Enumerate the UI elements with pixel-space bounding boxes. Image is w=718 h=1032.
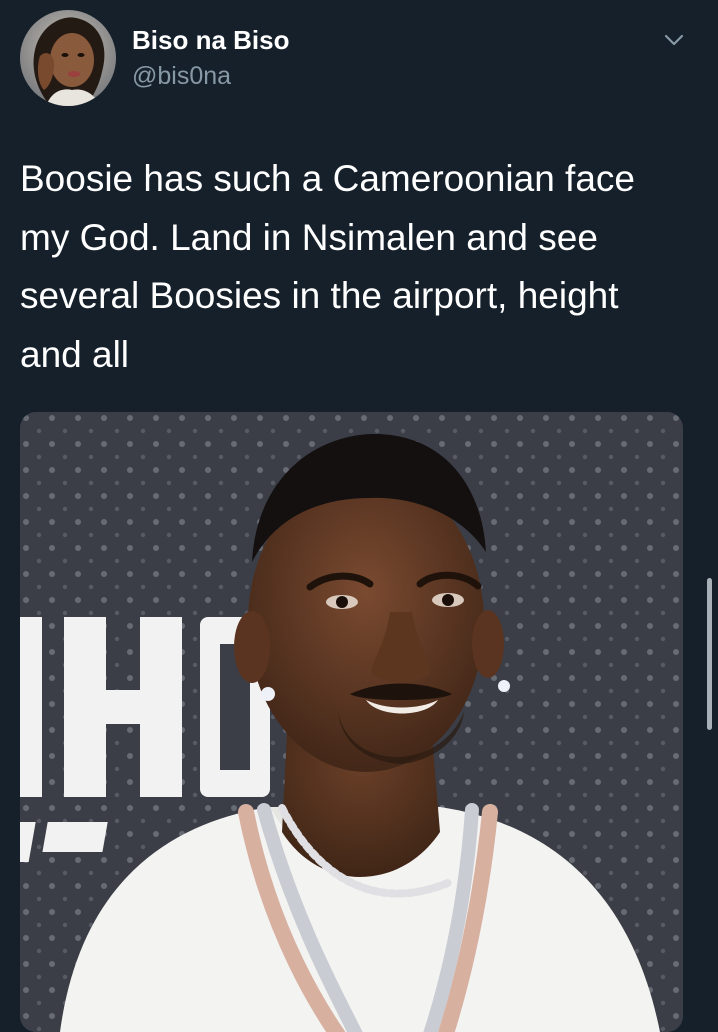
tweet-menu-button[interactable] [660, 30, 688, 50]
chevron-down-icon [664, 34, 684, 46]
tweet-media-photo[interactable] [20, 412, 683, 1032]
photo-image [20, 412, 683, 1032]
tweet: Biso na Biso @bis0na Boosie has such a C… [0, 0, 718, 1032]
avatar-photo [20, 10, 116, 106]
avatar[interactable] [20, 10, 116, 106]
author-handle[interactable]: @bis0na [132, 62, 289, 91]
tweet-author: Biso na Biso @bis0na [132, 26, 289, 90]
tweet-text: Boosie has such a Cameroonian face my Go… [20, 158, 635, 375]
scrollbar-thumb[interactable] [707, 578, 712, 730]
author-display-name[interactable]: Biso na Biso [132, 26, 289, 55]
